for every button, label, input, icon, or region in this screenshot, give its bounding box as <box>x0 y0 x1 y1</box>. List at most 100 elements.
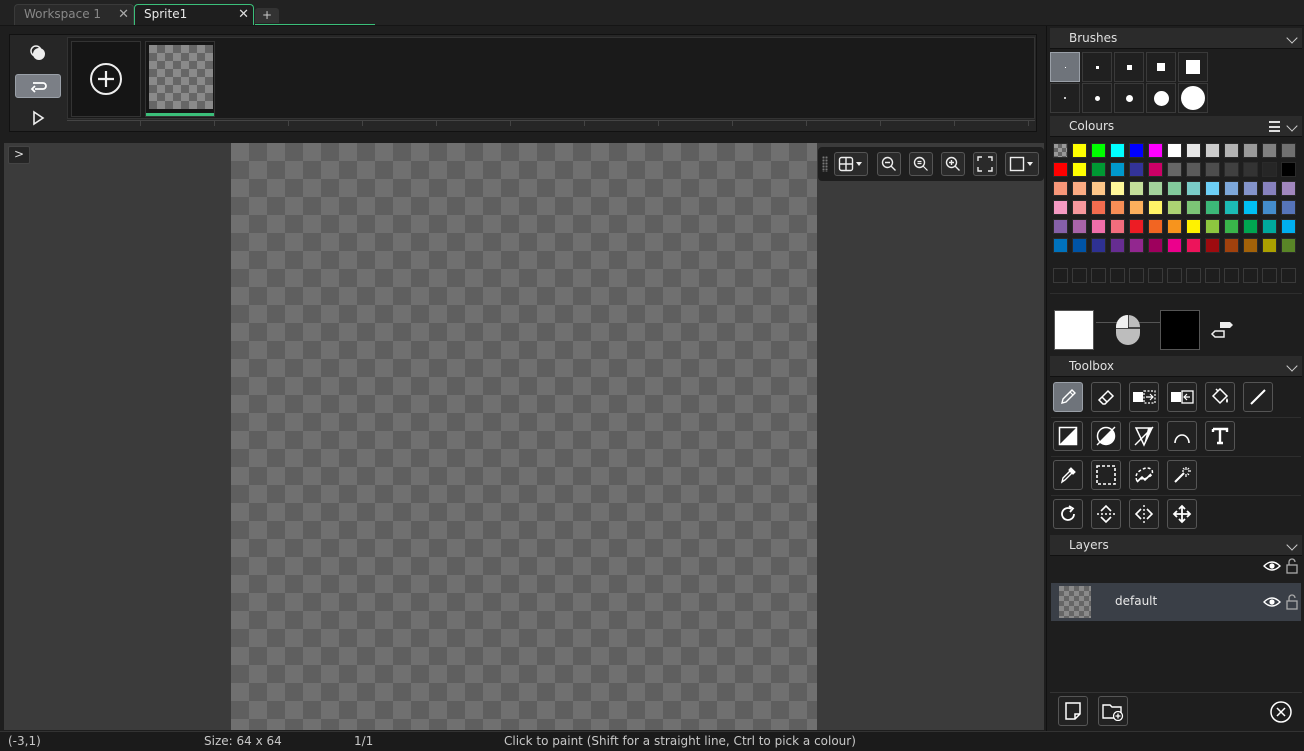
play-button[interactable] <box>15 106 61 130</box>
colour-swatch[interactable] <box>1072 143 1087 158</box>
colour-swatch[interactable] <box>1186 200 1201 215</box>
empty-colour-slot[interactable] <box>1186 268 1201 283</box>
loop-button[interactable] <box>15 74 61 98</box>
colour-swatch[interactable] <box>1243 181 1258 196</box>
swap-colours-button[interactable] <box>1210 320 1234 343</box>
empty-colour-slot[interactable] <box>1129 268 1144 283</box>
fit-to-screen-button[interactable] <box>973 152 997 176</box>
eraser-tool[interactable] <box>1091 382 1121 412</box>
colour-swatch[interactable] <box>1110 143 1125 158</box>
layers-panel-header[interactable]: Layers <box>1050 535 1302 556</box>
colour-swatch[interactable] <box>1281 238 1296 253</box>
frame-thumbnail[interactable] <box>145 41 215 117</box>
empty-colour-slot[interactable] <box>1262 268 1277 283</box>
colour-swatch[interactable] <box>1205 162 1220 177</box>
zoom-in-button[interactable] <box>941 152 965 176</box>
colour-swatch[interactable] <box>1224 200 1239 215</box>
colour-swatch[interactable] <box>1053 162 1068 177</box>
colour-swatch[interactable] <box>1167 219 1182 234</box>
eye-icon[interactable] <box>1263 596 1281 611</box>
layer-row-default[interactable]: default <box>1051 583 1301 621</box>
line-tool[interactable] <box>1243 382 1273 412</box>
zoom-out-button[interactable] <box>877 152 901 176</box>
colour-swatch[interactable] <box>1091 200 1106 215</box>
colour-swatch[interactable] <box>1129 162 1144 177</box>
canvas-background-button[interactable] <box>1005 152 1039 176</box>
colour-swatch[interactable] <box>1243 219 1258 234</box>
pencil-tool[interactable] <box>1053 382 1083 412</box>
colour-swatch[interactable] <box>1148 143 1163 158</box>
colour-swatch[interactable] <box>1110 200 1125 215</box>
colour-swatch[interactable] <box>1205 181 1220 196</box>
colour-swatch[interactable] <box>1205 238 1220 253</box>
brush-round-5[interactable] <box>1178 83 1208 113</box>
colour-swatch[interactable] <box>1072 181 1087 196</box>
colour-swatch[interactable] <box>1262 143 1277 158</box>
lock-icon[interactable] <box>1286 594 1298 613</box>
colour-swatch[interactable] <box>1262 219 1277 234</box>
lasso-select-tool[interactable] <box>1129 460 1159 490</box>
colour-swatch[interactable] <box>1091 219 1106 234</box>
colour-swatch[interactable] <box>1281 200 1296 215</box>
add-frame-button[interactable] <box>71 41 141 117</box>
copy-selection-tool[interactable] <box>1129 382 1159 412</box>
flip-horizontal-tool[interactable] <box>1129 499 1159 529</box>
colour-swatch[interactable] <box>1224 219 1239 234</box>
colour-swatch[interactable] <box>1053 219 1068 234</box>
rect-select-tool[interactable] <box>1091 460 1121 490</box>
colour-swatch[interactable] <box>1243 238 1258 253</box>
onion-skin-button[interactable] <box>15 41 61 65</box>
eye-icon[interactable] <box>1263 560 1281 575</box>
colour-swatch[interactable] <box>1053 143 1068 158</box>
colour-swatch[interactable] <box>1053 200 1068 215</box>
empty-colour-slot[interactable] <box>1224 268 1239 283</box>
menu-icon[interactable] <box>1269 121 1280 132</box>
empty-colour-slot[interactable] <box>1053 268 1068 283</box>
brush-square-3[interactable] <box>1114 52 1144 82</box>
tab-sprite1[interactable]: Sprite1 ✕ <box>134 4 254 25</box>
colour-swatch[interactable] <box>1091 181 1106 196</box>
colour-swatch[interactable] <box>1186 162 1201 177</box>
delete-layer-button[interactable] <box>1269 700 1293 727</box>
colour-swatch[interactable] <box>1072 162 1087 177</box>
colour-swatch[interactable] <box>1129 143 1144 158</box>
colour-swatch[interactable] <box>1072 219 1087 234</box>
colour-swatch[interactable] <box>1148 200 1163 215</box>
colour-swatch[interactable] <box>1091 162 1106 177</box>
colour-swatch[interactable] <box>1281 181 1296 196</box>
empty-colour-slot[interactable] <box>1148 268 1163 283</box>
empty-colour-slot[interactable] <box>1072 268 1087 283</box>
colour-swatch[interactable] <box>1186 238 1201 253</box>
colour-swatch[interactable] <box>1072 200 1087 215</box>
colour-swatch[interactable] <box>1205 143 1220 158</box>
colour-swatch[interactable] <box>1224 238 1239 253</box>
lock-icon[interactable] <box>1286 558 1298 577</box>
rotate-tool[interactable] <box>1053 499 1083 529</box>
brush-square-4[interactable] <box>1146 52 1176 82</box>
brush-round-2[interactable] <box>1082 83 1112 113</box>
colour-swatch[interactable] <box>1186 219 1201 234</box>
colour-swatch[interactable] <box>1167 143 1182 158</box>
colour-swatch[interactable] <box>1167 200 1182 215</box>
colour-swatch[interactable] <box>1224 181 1239 196</box>
colour-swatch[interactable] <box>1224 143 1239 158</box>
colour-swatch[interactable] <box>1262 181 1277 196</box>
brush-round-1[interactable] <box>1050 83 1080 113</box>
grid-toggle-button[interactable] <box>834 152 868 176</box>
empty-colour-slot[interactable] <box>1205 268 1220 283</box>
brush-square-2[interactable] <box>1082 52 1112 82</box>
brushes-panel-header[interactable]: Brushes <box>1050 28 1302 49</box>
toolbox-panel-header[interactable]: Toolbox <box>1050 356 1302 377</box>
text-tool[interactable] <box>1205 421 1235 451</box>
colour-swatch[interactable] <box>1262 238 1277 253</box>
colour-swatch[interactable] <box>1053 181 1068 196</box>
flip-vertical-tool[interactable] <box>1091 499 1121 529</box>
colour-swatch[interactable] <box>1148 181 1163 196</box>
ellipse-tool[interactable] <box>1091 421 1121 451</box>
brush-square-1[interactable] <box>1050 52 1080 82</box>
brush-round-4[interactable] <box>1146 83 1176 113</box>
colour-swatch[interactable] <box>1053 238 1068 253</box>
colours-panel-header[interactable]: Colours <box>1050 116 1302 137</box>
brush-square-5[interactable] <box>1178 52 1208 82</box>
empty-colour-slot[interactable] <box>1281 268 1296 283</box>
